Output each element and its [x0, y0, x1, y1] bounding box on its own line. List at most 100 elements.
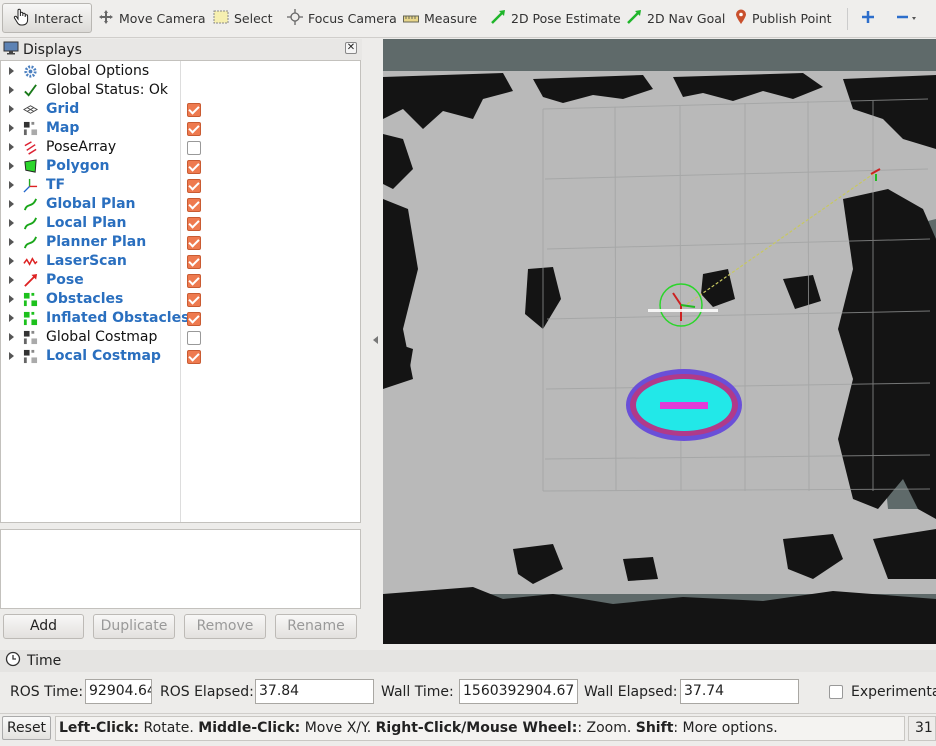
expand-arrow-icon[interactable]: [9, 181, 14, 189]
display-item-obstacles[interactable]: Obstacles: [1, 290, 360, 309]
display-item-global-plan[interactable]: Global Plan: [1, 195, 360, 214]
hint-segment: Left-Click:: [59, 720, 140, 736]
laserscan-icon: [23, 254, 39, 269]
expand-arrow-icon[interactable]: [9, 238, 14, 246]
display-item-planner-plan[interactable]: Planner Plan: [1, 233, 360, 252]
display-item-label: LaserScan: [46, 253, 127, 269]
enable-checkbox[interactable]: [187, 122, 201, 136]
toolbar-separator: [847, 8, 848, 30]
display-item-grid[interactable]: Grid: [1, 100, 360, 119]
interact-tool-button[interactable]: Interact: [2, 3, 92, 33]
display-item-label: Global Plan: [46, 196, 136, 212]
enable-checkbox[interactable]: [187, 293, 201, 307]
display-description-area: [0, 529, 361, 609]
enable-checkbox[interactable]: [187, 217, 201, 231]
green-arrow-icon: [490, 9, 506, 28]
expand-arrow-icon[interactable]: [9, 276, 14, 284]
wall-time-label: Wall Time:: [381, 684, 454, 700]
panel-splitter[interactable]: [362, 39, 383, 644]
expand-arrow-icon[interactable]: [9, 105, 14, 113]
close-icon[interactable]: ✕: [345, 42, 357, 54]
enable-checkbox[interactable]: [187, 331, 201, 345]
display-item-global-costmap[interactable]: Global Costmap: [1, 328, 360, 347]
enable-checkbox[interactable]: [187, 312, 201, 326]
pose-estimate-tool-button[interactable]: 2D Pose Estimate: [490, 3, 621, 33]
rename-display-button[interactable]: Rename: [275, 614, 357, 639]
focus-camera-label: Focus Camera: [308, 10, 397, 26]
polygon-icon: [23, 159, 39, 174]
enable-checkbox[interactable]: [187, 255, 201, 269]
enable-checkbox[interactable]: [187, 179, 201, 193]
expand-arrow-icon[interactable]: [9, 352, 14, 360]
tf-icon: [23, 178, 39, 193]
display-item-label: Inflated Obstacles: [46, 310, 190, 326]
expand-arrow-icon[interactable]: [9, 314, 14, 322]
measure-tool-button[interactable]: Measure: [403, 3, 477, 33]
expand-arrow-icon[interactable]: [9, 200, 14, 208]
experimental-checkbox[interactable]: [829, 685, 843, 699]
hint-segment: Middle-Click:: [198, 720, 301, 736]
expand-arrow-icon[interactable]: [9, 219, 14, 227]
render-view[interactable]: [383, 39, 936, 644]
display-item-label: Local Costmap: [46, 348, 161, 364]
display-item-posearray[interactable]: PoseArray: [1, 138, 360, 157]
remove-tool-dropdown[interactable]: [896, 3, 920, 33]
map-pin-icon: [735, 9, 747, 28]
add-display-button[interactable]: Add: [3, 614, 84, 639]
expand-arrow-icon[interactable]: [9, 86, 14, 94]
move-camera-tool-button[interactable]: Move Camera: [98, 3, 206, 33]
green-arrow-icon: [626, 9, 642, 28]
display-item-local-plan[interactable]: Local Plan: [1, 214, 360, 233]
display-item-inflated-obstacles[interactable]: Inflated Obstacles: [1, 309, 360, 328]
display-item-label: Map: [46, 120, 80, 136]
display-item-local-costmap[interactable]: Local Costmap: [1, 347, 360, 366]
path-icon: [23, 197, 39, 212]
wall-time-field[interactable]: 1560392904.67: [459, 679, 578, 704]
expand-arrow-icon[interactable]: [9, 124, 14, 132]
path-icon: [23, 216, 39, 231]
collapse-arrow-icon[interactable]: [373, 336, 378, 344]
display-item-label: Local Plan: [46, 215, 127, 231]
add-tool-button[interactable]: [861, 3, 875, 33]
display-item-laserscan[interactable]: LaserScan: [1, 252, 360, 271]
displays-panel-header: Displays ✕: [0, 39, 362, 60]
expand-arrow-icon[interactable]: [9, 295, 14, 303]
expand-arrow-icon[interactable]: [9, 143, 14, 151]
enable-checkbox[interactable]: [187, 198, 201, 212]
grid-cells-icon: [23, 292, 39, 307]
enable-checkbox[interactable]: [187, 274, 201, 288]
remove-display-button[interactable]: Remove: [184, 614, 266, 639]
ros-time-field[interactable]: 92904.64: [85, 679, 152, 704]
publish-point-tool-button[interactable]: Publish Point: [735, 3, 832, 33]
expand-arrow-icon[interactable]: [9, 257, 14, 265]
display-item-map[interactable]: Map: [1, 119, 360, 138]
map-canvas[interactable]: [383, 39, 936, 644]
display-item-global-status-ok[interactable]: Global Status: Ok: [1, 81, 360, 100]
reset-button[interactable]: Reset: [2, 716, 51, 740]
expand-arrow-icon[interactable]: [9, 333, 14, 341]
plus-icon: [861, 10, 875, 27]
display-item-label: TF: [46, 177, 66, 193]
enable-checkbox[interactable]: [187, 236, 201, 250]
wall-elapsed-field[interactable]: 37.74: [680, 679, 799, 704]
select-tool-button[interactable]: Select: [213, 3, 273, 33]
display-item-global-options[interactable]: Global Options: [1, 62, 360, 81]
expand-arrow-icon[interactable]: [9, 162, 14, 170]
time-panel-title: Time: [27, 653, 62, 669]
display-item-pose[interactable]: Pose: [1, 271, 360, 290]
duplicate-display-button[interactable]: Duplicate: [93, 614, 175, 639]
path-icon: [23, 235, 39, 250]
enable-checkbox[interactable]: [187, 141, 201, 155]
enable-checkbox[interactable]: [187, 103, 201, 117]
focus-camera-tool-button[interactable]: Focus Camera: [287, 3, 397, 33]
expand-arrow-icon[interactable]: [9, 67, 14, 75]
ros-elapsed-field[interactable]: 37.84: [255, 679, 374, 704]
displays-panel-title: Displays: [23, 41, 82, 58]
nav-goal-tool-button[interactable]: 2D Nav Goal: [626, 3, 725, 33]
display-item-tf[interactable]: TF: [1, 176, 360, 195]
map-icon: [23, 121, 39, 136]
display-item-polygon[interactable]: Polygon: [1, 157, 360, 176]
local-costmap-footprint: [626, 369, 742, 441]
enable-checkbox[interactable]: [187, 160, 201, 174]
enable-checkbox[interactable]: [187, 350, 201, 364]
